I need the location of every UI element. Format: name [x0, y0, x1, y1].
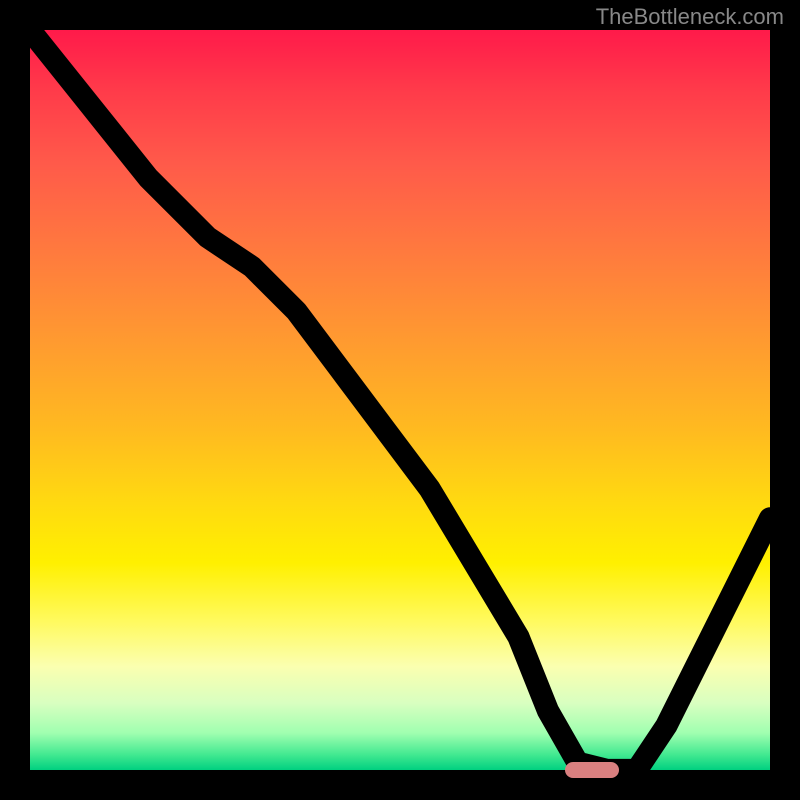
- chart-plot-area: [30, 30, 770, 770]
- optimal-marker: [565, 762, 619, 778]
- watermark-text: TheBottleneck.com: [596, 4, 784, 30]
- bottleneck-curve: [30, 30, 770, 770]
